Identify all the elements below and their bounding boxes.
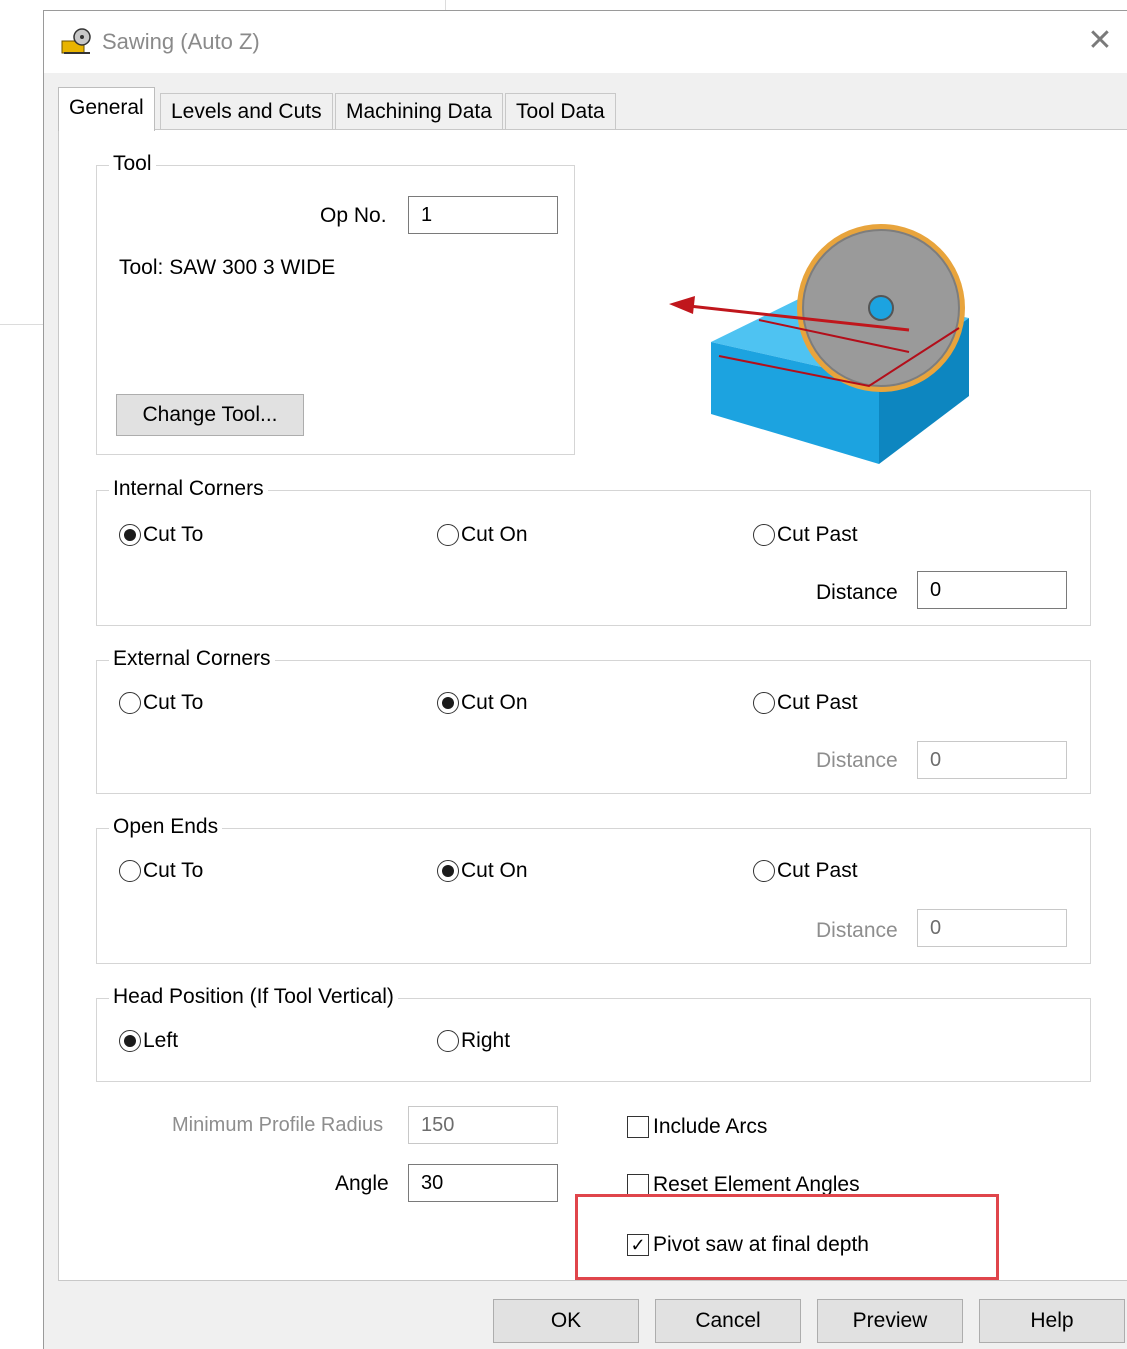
background-divider xyxy=(445,0,446,10)
radio-selected-icon xyxy=(119,524,141,546)
preview-button[interactable]: Preview xyxy=(817,1299,963,1343)
tab-label: Levels and Cuts xyxy=(171,100,322,123)
angle-input[interactable]: 30 xyxy=(408,1164,558,1202)
external-cut-on-radio[interactable]: Cut On xyxy=(437,691,528,715)
radio-label: Right xyxy=(461,1029,511,1052)
tool-group: Tool Op No. 1 Tool: SAW 300 3 WIDE Chang… xyxy=(96,152,575,455)
external-cut-past-radio[interactable]: Cut Past xyxy=(753,691,858,715)
cancel-button[interactable]: Cancel xyxy=(655,1299,801,1343)
radio-unselected-icon xyxy=(753,524,775,546)
cancel-label: Cancel xyxy=(695,1309,761,1332)
highlight-annotation xyxy=(575,1194,999,1280)
tab-tool-data[interactable]: Tool Data xyxy=(505,93,616,129)
open-ends-label: Open Ends xyxy=(109,815,223,839)
ok-button[interactable]: OK xyxy=(493,1299,639,1343)
radio-unselected-icon xyxy=(753,692,775,714)
tab-label: Tool Data xyxy=(516,100,605,123)
tool-description: Tool: SAW 300 3 WIDE xyxy=(119,256,336,279)
preview-label: Preview xyxy=(852,1309,928,1332)
tab-levels-and-cuts[interactable]: Levels and Cuts xyxy=(160,93,333,129)
general-tab-panel: Tool Op No. 1 Tool: SAW 300 3 WIDE Chang… xyxy=(58,129,1127,1281)
radio-unselected-icon xyxy=(437,524,459,546)
radio-label: Cut Past xyxy=(777,691,858,714)
op-no-label: Op No. xyxy=(320,204,387,227)
close-button[interactable]: ✕ xyxy=(1072,11,1127,69)
angle-label: Angle xyxy=(335,1172,389,1195)
open-cut-on-radio[interactable]: Cut On xyxy=(437,859,528,883)
radio-label: Cut To xyxy=(143,859,204,882)
min-profile-radius-label: Minimum Profile Radius xyxy=(172,1114,384,1136)
internal-cut-past-radio[interactable]: Cut Past xyxy=(753,523,858,547)
radio-unselected-icon xyxy=(437,1030,459,1052)
internal-corners-label: Internal Corners xyxy=(109,477,268,501)
head-left-radio[interactable]: Left xyxy=(119,1029,178,1053)
include-arcs-checkbox[interactable]: Include Arcs xyxy=(627,1115,767,1139)
head-right-radio[interactable]: Right xyxy=(437,1029,510,1053)
open-ends-group: Open Ends Cut To Cut On Cut Past Distanc… xyxy=(96,815,1091,964)
internal-cut-on-radio[interactable]: Cut On xyxy=(437,523,528,547)
external-distance-label: Distance xyxy=(816,749,898,772)
radio-unselected-icon xyxy=(119,860,141,882)
radio-selected-icon xyxy=(437,860,459,882)
help-label: Help xyxy=(1030,1309,1074,1332)
open-distance-input: 0 xyxy=(917,909,1067,947)
open-cut-past-radio[interactable]: Cut Past xyxy=(753,859,858,883)
checkbox-unchecked-icon xyxy=(627,1174,649,1196)
head-position-label: Head Position (If Tool Vertical) xyxy=(109,985,398,1009)
radio-label: Cut To xyxy=(143,523,204,546)
radio-unselected-icon xyxy=(119,692,141,714)
checkbox-unchecked-icon xyxy=(627,1116,649,1138)
radio-label: Cut On xyxy=(461,523,528,546)
radio-label: Cut To xyxy=(143,691,204,714)
radio-label: Cut Past xyxy=(777,859,858,882)
tab-general[interactable]: General xyxy=(58,87,155,131)
tool-group-label: Tool xyxy=(109,152,156,176)
close-icon: ✕ xyxy=(1087,23,1113,57)
min-profile-radius-input: 150 xyxy=(408,1106,558,1144)
internal-distance-input[interactable]: 0 xyxy=(917,571,1067,609)
radio-label: Cut Past xyxy=(777,523,858,546)
saw-app-icon xyxy=(60,27,94,63)
radio-label: Cut On xyxy=(461,691,528,714)
radio-label: Left xyxy=(143,1029,179,1052)
external-distance-input: 0 xyxy=(917,741,1067,779)
radio-selected-icon xyxy=(119,1030,141,1052)
external-corners-label: External Corners xyxy=(109,647,275,671)
radio-selected-icon xyxy=(437,692,459,714)
saw-illustration-image xyxy=(669,224,969,464)
tab-machining-data[interactable]: Machining Data xyxy=(335,93,503,129)
background-divider xyxy=(0,324,43,325)
radio-label: Cut On xyxy=(461,859,528,882)
sawing-dialog: Sawing (Auto Z) ✕ General Levels and Cut… xyxy=(43,10,1127,1349)
radio-unselected-icon xyxy=(753,860,775,882)
tab-label: Machining Data xyxy=(346,100,492,123)
op-no-input[interactable]: 1 xyxy=(408,196,558,234)
window-title: Sawing (Auto Z) xyxy=(102,29,260,54)
internal-cut-to-radio[interactable]: Cut To xyxy=(119,523,203,547)
external-corners-group: External Corners Cut To Cut On Cut Past … xyxy=(96,647,1091,794)
ok-label: OK xyxy=(550,1309,582,1332)
tab-label: General xyxy=(69,96,144,119)
help-button[interactable]: Help xyxy=(979,1299,1125,1343)
external-cut-to-radio[interactable]: Cut To xyxy=(119,691,203,715)
change-tool-label: Change Tool... xyxy=(142,403,278,426)
head-position-group: Head Position (If Tool Vertical) Left Ri… xyxy=(96,985,1091,1082)
internal-corners-group: Internal Corners Cut To Cut On Cut Past … xyxy=(96,477,1091,626)
checkbox-label: Include Arcs xyxy=(653,1115,768,1138)
title-bar: Sawing (Auto Z) ✕ xyxy=(44,11,1127,73)
open-distance-label: Distance xyxy=(816,919,898,942)
change-tool-button[interactable]: Change Tool... xyxy=(116,394,304,436)
saw-illustration xyxy=(659,210,989,476)
internal-distance-label: Distance xyxy=(816,581,898,604)
open-cut-to-radio[interactable]: Cut To xyxy=(119,859,203,883)
